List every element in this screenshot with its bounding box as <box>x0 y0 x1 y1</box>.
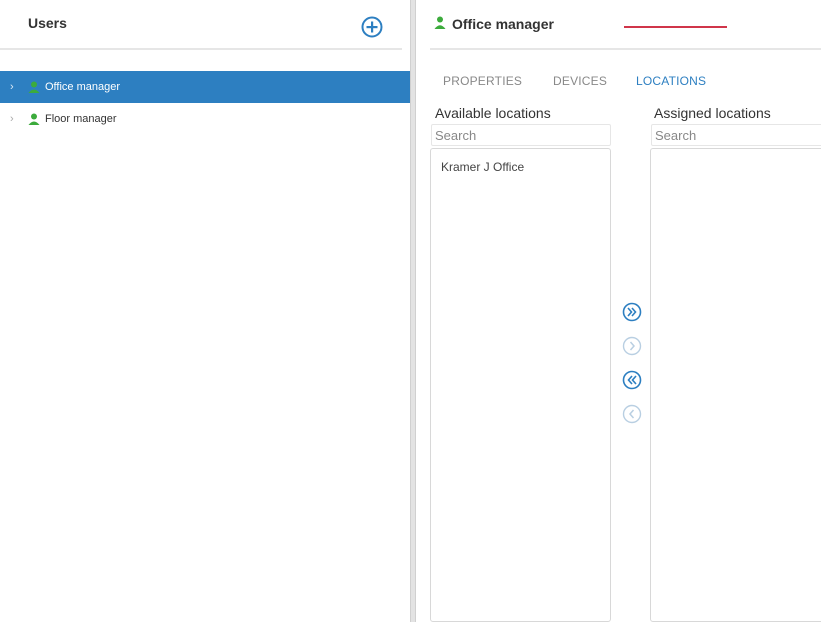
chevron-right-icon[interactable]: › <box>10 113 22 125</box>
available-location-item[interactable]: Kramer J Office <box>441 160 524 174</box>
users-panel-title: Users <box>28 15 67 31</box>
user-tree-item-label: Office manager <box>45 81 121 93</box>
assigned-locations-search-input[interactable] <box>651 124 821 146</box>
tab-properties[interactable]: PROPERTIES <box>443 74 522 88</box>
available-locations-search-input[interactable] <box>431 124 611 146</box>
user-icon <box>28 113 40 125</box>
assigned-locations-label: Assigned locations <box>654 105 771 121</box>
move-all-left-button[interactable] <box>622 370 642 390</box>
user-icon <box>28 81 40 93</box>
users-panel-header: Users <box>0 0 402 50</box>
user-tree-item-office-manager[interactable]: › Office manager <box>0 71 410 103</box>
tab-locations[interactable]: LOCATIONS <box>636 74 706 88</box>
available-locations-list: Kramer J Office <box>430 148 611 622</box>
assigned-locations-list <box>650 148 821 622</box>
users-panel: Users › Office manager › Floor manager <box>0 0 410 622</box>
user-tree-item-label: Floor manager <box>45 113 117 125</box>
chevron-right-icon[interactable]: › <box>10 81 22 93</box>
add-user-button[interactable] <box>361 16 383 38</box>
user-details-title: Office manager <box>452 16 554 32</box>
tab-devices[interactable]: DEVICES <box>553 74 607 88</box>
move-left-button[interactable] <box>622 404 642 424</box>
user-details-panel: Office manager PROPERTIES DEVICES LOCATI… <box>416 0 821 622</box>
move-all-right-button[interactable] <box>622 302 642 322</box>
move-right-button[interactable] <box>622 336 642 356</box>
available-locations-label: Available locations <box>435 105 551 121</box>
active-tab-indicator <box>624 26 727 28</box>
user-details-header: Office manager <box>430 0 821 50</box>
user-tree-item-floor-manager[interactable]: › Floor manager <box>0 103 410 135</box>
user-icon <box>434 16 446 29</box>
